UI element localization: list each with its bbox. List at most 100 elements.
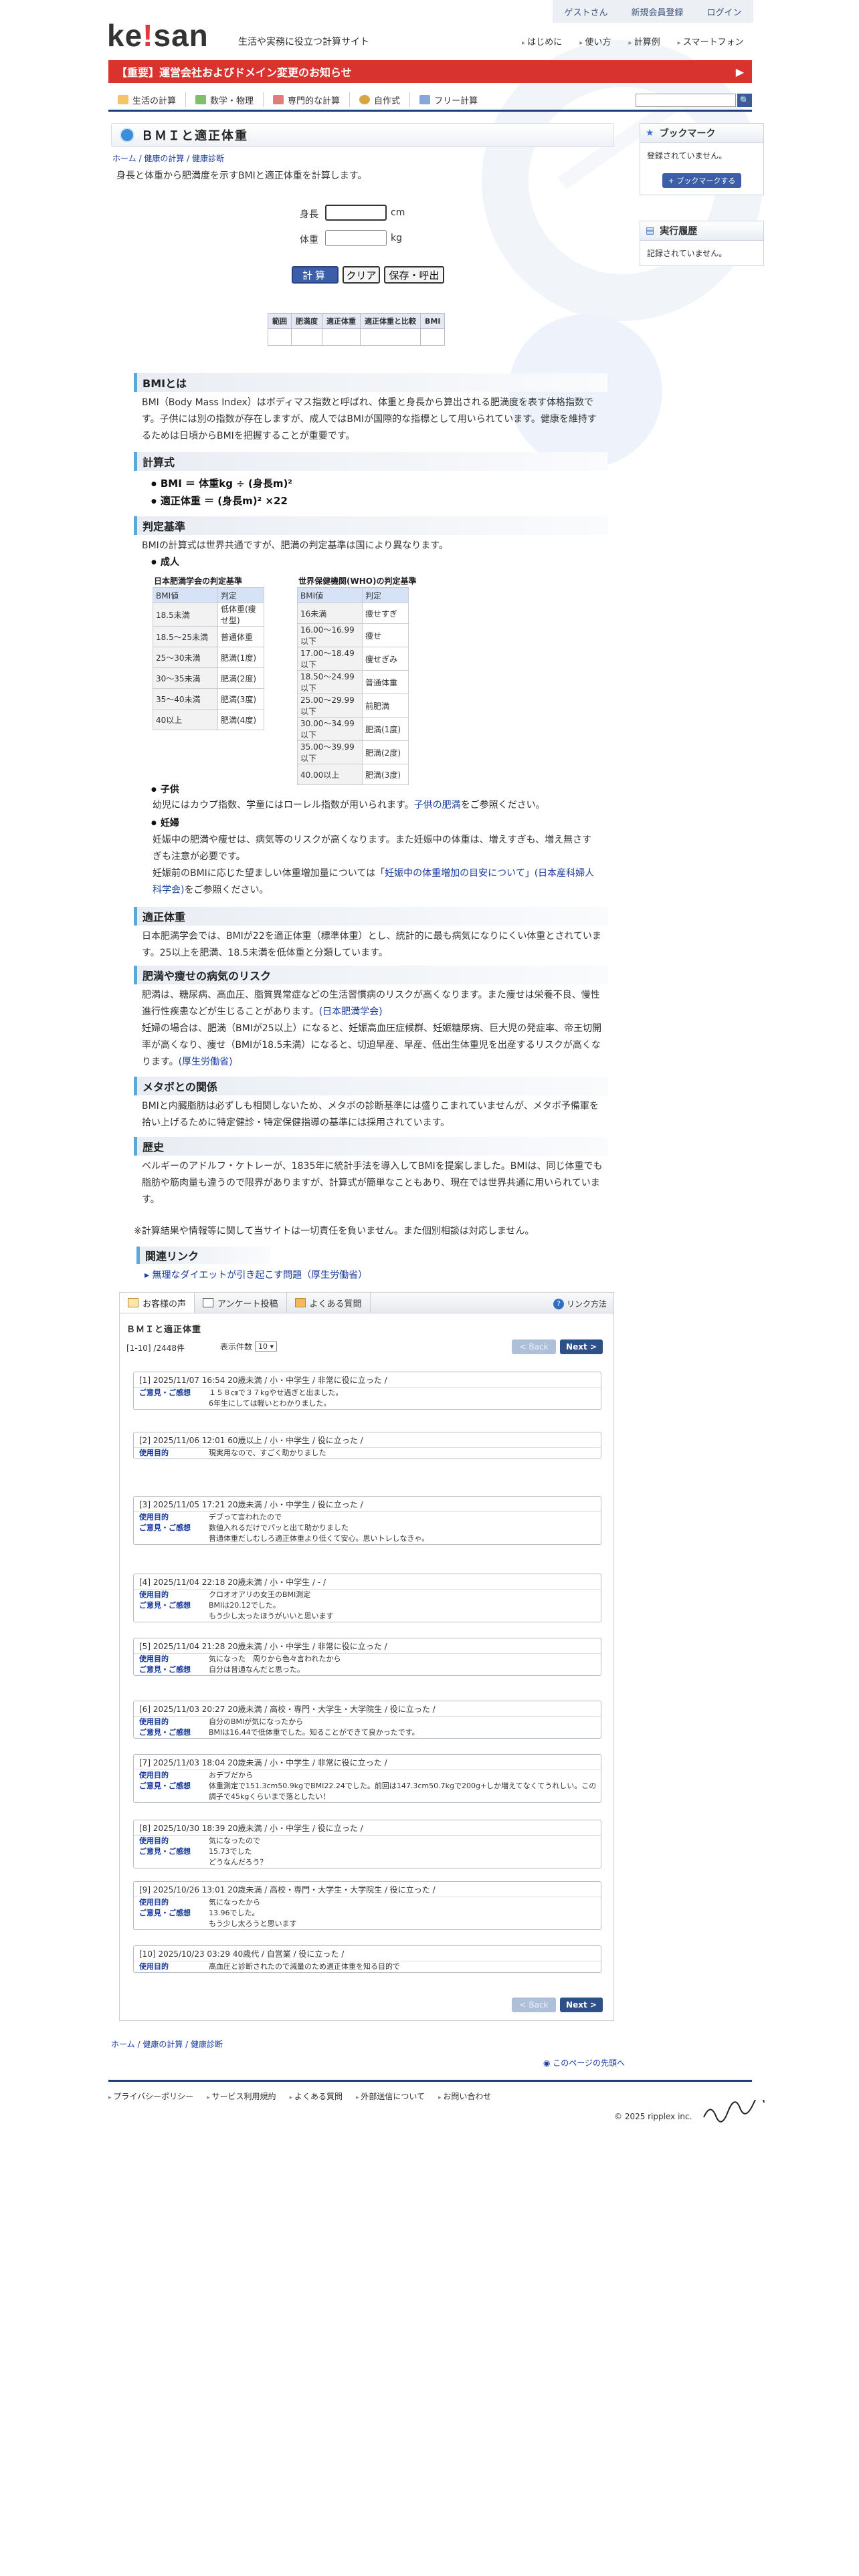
- child-obesity-link[interactable]: 子供の肥満: [414, 800, 461, 811]
- tab-customer-voices[interactable]: お客様の声: [120, 1293, 195, 1313]
- nav-intro[interactable]: はじめに: [522, 35, 562, 47]
- voice-entry-label: 使用目的: [139, 1962, 169, 1971]
- table-row: 40以上 肥満(4度): [153, 709, 264, 730]
- pregnant-weight-gain: 妊娠前のBMIに応じた望ましい体重増加量については「妊娠中の体重増加の目安につい…: [153, 868, 595, 895]
- voice-entry-header: [7] 2025/11/03 18:04 20歳未満 / 小・中学生 / 非常に…: [134, 1755, 601, 1770]
- search-button[interactable]: 🔍: [737, 94, 752, 107]
- footer-breadcrumb-home[interactable]: ホーム: [111, 2040, 135, 2049]
- register-link[interactable]: 新規会員登録: [631, 5, 683, 18]
- table-cell: 痩せ: [362, 623, 409, 647]
- breadcrumb-checkup[interactable]: 健康診断: [192, 154, 224, 163]
- house-icon: [118, 95, 128, 104]
- nav-smartphone[interactable]: スマートフォン: [678, 35, 744, 47]
- link-method[interactable]: ? リンク方法: [553, 1298, 607, 1309]
- page-size-select[interactable]: 10 ▾: [255, 1341, 278, 1352]
- who-table-title: 世界保健機関(WHO)の判定基準: [298, 576, 417, 586]
- calculate-button[interactable]: 計算: [292, 266, 339, 284]
- table-cell: 35.00〜39.99以下: [297, 740, 363, 764]
- clear-button[interactable]: クリア: [343, 266, 380, 284]
- footer-privacy[interactable]: プライバシーポリシー: [108, 2090, 193, 2102]
- voice-entry-row: 使用目的 おデブだから: [134, 1770, 601, 1781]
- height-input[interactable]: [325, 205, 387, 221]
- related-link-diet[interactable]: ▸ 無理なダイエットが引き起こす問題（厚生労働省）: [145, 1268, 367, 1281]
- back-button-bottom[interactable]: < Back: [512, 1998, 556, 2012]
- category-professional[interactable]: 専門的な計算: [264, 92, 351, 107]
- save-load-button[interactable]: 保存・呼出: [384, 266, 444, 284]
- search-input[interactable]: [636, 94, 736, 107]
- voice-entry-row: ご意見・ご感想 自分は普通なんだと思った。: [134, 1665, 601, 1675]
- arrow-right-icon: ▶: [735, 65, 744, 78]
- voice-entry-label: ご意見・ご感想: [139, 1665, 191, 1674]
- footer-divider: [108, 2080, 752, 2082]
- who-criteria-table: BMI値 判定 16未満 痩せすぎ 16.00〜16.99以下 痩せ 17.00〜18.49…: [297, 587, 409, 785]
- breadcrumb-home[interactable]: ホーム: [112, 154, 136, 163]
- footer-external[interactable]: 外部送信について: [356, 2090, 425, 2102]
- history-empty-text: 記録されていません。: [647, 249, 727, 258]
- table-row: 18.5〜25未満 普通体重: [153, 626, 264, 647]
- page-top-link[interactable]: ◉ このページの先頭へ: [543, 2057, 625, 2068]
- tab-faq[interactable]: よくある質問: [287, 1293, 371, 1313]
- voice-entry-label: 使用目的: [139, 1448, 169, 1457]
- voice-entry-label: ご意見・ご感想: [139, 1523, 191, 1532]
- breadcrumb: ホーム / 健康の計算 / 健康診断: [112, 154, 225, 163]
- voice-entry-row: 使用目的 気になったので: [134, 1836, 601, 1846]
- star-icon: ★: [646, 128, 654, 138]
- table-row: 17.00〜18.49以下 痩せぎみ: [297, 647, 409, 671]
- footer-breadcrumb-checkup[interactable]: 健康診断: [191, 2040, 223, 2049]
- page-header: ＢＭＩと適正体重: [111, 123, 614, 147]
- height-unit: cm: [391, 207, 405, 218]
- weight-input[interactable]: [325, 230, 387, 246]
- nav-howto[interactable]: 使い方: [579, 35, 611, 47]
- next-button-bottom[interactable]: Next >: [560, 1998, 603, 2012]
- next-button-top[interactable]: Next >: [560, 1339, 603, 1354]
- guest-user-link[interactable]: ゲストさん: [564, 5, 607, 18]
- table-row: 18.50〜24.99以下 普通体重: [297, 670, 409, 694]
- breadcrumb-health[interactable]: 健康の計算: [144, 154, 184, 163]
- weight-label: 体重: [300, 235, 318, 245]
- voice-entry-text: 自分は普通なんだと思った。: [209, 1665, 304, 1674]
- pregnant-label: 妊婦: [151, 816, 179, 829]
- history-icon: ▤: [646, 225, 655, 236]
- table-cell: BMI値: [297, 587, 363, 603]
- voice-entry-label: ご意見・ご感想: [139, 1909, 191, 1917]
- category-custom[interactable]: 自作式: [350, 92, 411, 107]
- table-cell: 肥満(3度): [217, 688, 264, 710]
- add-bookmark-button[interactable]: + ブックマークする: [662, 173, 741, 188]
- voice-entry-text: 13.96でした。 もう少し太ろうと思います: [209, 1909, 297, 1928]
- history-title: 実行履歴: [660, 226, 698, 237]
- voice-entry-label: ご意見・ご感想: [139, 1601, 191, 1610]
- footer-nav: プライバシーポリシー サービス利用規約 よくある質問 外部送信について お問い合…: [108, 2090, 491, 2102]
- customer-voices-panel: お客様の声 アンケート投稿 よくある質問 ? リンク方法 ＢＭＩと適正体重 [1-…: [119, 1292, 614, 2021]
- login-link[interactable]: ログイン: [706, 5, 741, 18]
- voice-entry: [9] 2025/10/26 13:01 20歳未満 / 高校・専門・大学生・大…: [133, 1881, 601, 1930]
- jp-criteria-table: BMI値 判定 18.5未満 低体重(痩せ型) 18.5〜25未満 普通体重 25〜30未満…: [153, 587, 264, 730]
- nav-examples[interactable]: 計算例: [628, 35, 660, 47]
- footer-contact[interactable]: お問い合わせ: [438, 2090, 491, 2102]
- site-logo[interactable]: ke!san: [107, 17, 209, 53]
- jasso-link[interactable]: (日本肥満学会): [319, 1006, 383, 1017]
- user-topbar: ゲストさん 新規会員登録 ログイン: [553, 0, 753, 23]
- footer-breadcrumb-health[interactable]: 健康の計算: [142, 2040, 183, 2049]
- category-free[interactable]: フリー計算: [410, 92, 487, 107]
- table-cell: 18.5〜25未満: [153, 626, 218, 647]
- result-header-obesity: 肥満度: [291, 313, 322, 329]
- voice-entry-header: [1] 2025/11/07 16:54 20歳未満 / 小・中学生 / 非常に…: [134, 1372, 601, 1388]
- voice-entry-label: 使用目的: [139, 1898, 169, 1907]
- history-description: ベルギーのアドルフ・ケトレーが、1835年に統計手法を導入してBMIを提案しまし…: [142, 1161, 603, 1205]
- tab-survey[interactable]: アンケート投稿: [195, 1293, 287, 1313]
- voice-entry-row: ご意見・ご感想 数値入れるだけでパッと出て助かりました 普通体重だしむしろ適正体重…: [134, 1523, 601, 1544]
- voice-entry-text: BMIは16.44で低体重でした。知ることができて良かったです。: [209, 1728, 419, 1737]
- ruler-icon: [195, 95, 207, 104]
- table-cell: 肥満(1度): [217, 647, 264, 668]
- voice-entry-label: 使用目的: [139, 1717, 169, 1726]
- footer-terms[interactable]: サービス利用規約: [207, 2090, 276, 2102]
- mhlw-link[interactable]: (厚生労働省): [179, 1057, 233, 1067]
- back-button-top[interactable]: < Back: [512, 1339, 556, 1354]
- important-notice-banner[interactable]: 【重要】運営会社およびドメイン変更のお知らせ ▶: [108, 60, 752, 83]
- table-cell: 18.5未満: [153, 603, 218, 627]
- footer-faq[interactable]: よくある質問: [290, 2090, 343, 2102]
- voice-entry-header: [2] 2025/11/06 12:01 60歳以上 / 小・中学生 / 役に立…: [134, 1432, 601, 1448]
- category-life[interactable]: 生活の計算: [108, 92, 187, 107]
- category-math[interactable]: 数学・物理: [186, 92, 264, 107]
- voice-entry-row: 使用目的 デブって言われたので: [134, 1512, 601, 1523]
